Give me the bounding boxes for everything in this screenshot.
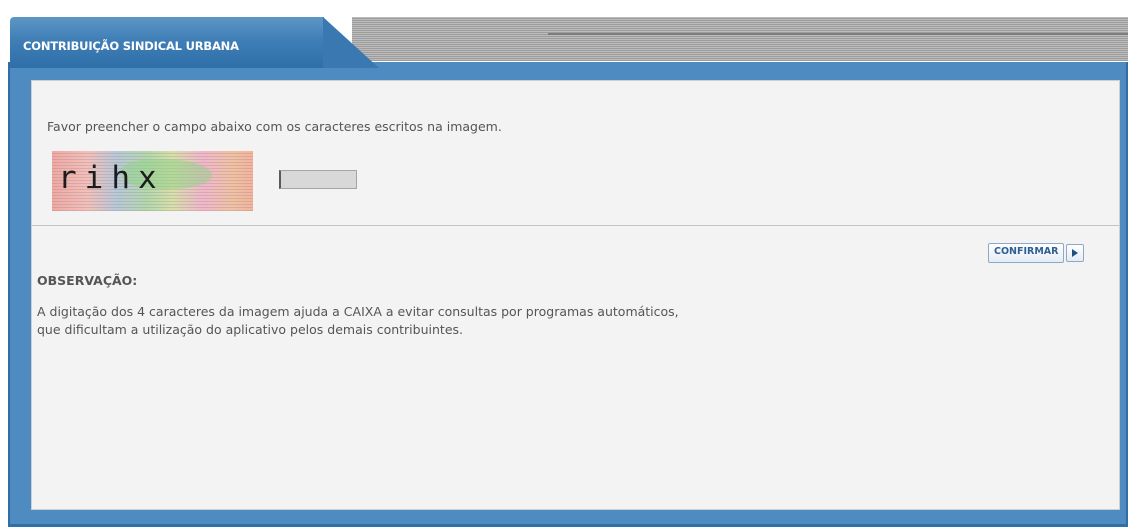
tab-title: CONTRIBUIÇÃO SINDICAL URBANA — [23, 39, 239, 53]
divider — [32, 225, 1119, 226]
captcha-instruction: Favor preencher o campo abaixo com os ca… — [47, 119, 502, 134]
observation-text: A digitação dos 4 caracteres da imagem a… — [37, 303, 977, 339]
confirm-button[interactable]: CONFIRMAR — [988, 243, 1065, 263]
captcha-image: rihx — [52, 151, 253, 211]
play-arrow-icon — [1072, 249, 1079, 257]
observation-title: OBSERVAÇÃO: — [37, 273, 138, 288]
tab-strip-background — [352, 17, 1128, 61]
observation-line-2: que dificultam a utilização do aplicativ… — [37, 322, 463, 337]
confirm-button-group: CONFIRMAR — [988, 243, 1085, 263]
captcha-input[interactable] — [279, 170, 357, 189]
observation-line-1: A digitação dos 4 caracteres da imagem a… — [37, 304, 679, 319]
tab-slant — [323, 17, 379, 68]
confirm-arrow-button[interactable] — [1066, 244, 1085, 262]
captcha-text: rihx — [58, 160, 165, 196]
content-panel — [31, 80, 1120, 510]
tab-strip-line — [548, 33, 1128, 35]
page: CONTRIBUIÇÃO SINDICAL URBANA Favor preen… — [0, 0, 1128, 530]
